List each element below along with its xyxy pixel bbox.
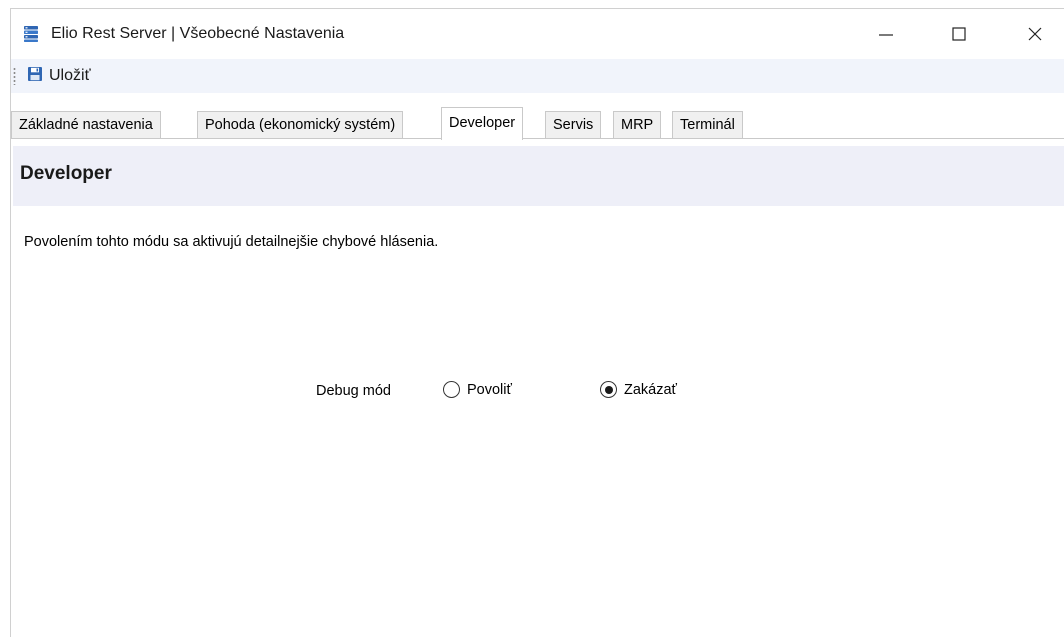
developer-panel: Developer Povolením tohto módu sa aktivu… [11, 139, 1064, 637]
tab-mrp[interactable]: MRP [613, 111, 662, 139]
tab-zakladne-nastavenia[interactable]: Základné nastavenia [11, 111, 161, 139]
radio-disable[interactable]: Zakázať [600, 381, 677, 398]
title-bar[interactable]: Elio Rest Server | Všeobecné Nastavenia [11, 9, 1064, 59]
maximize-button[interactable] [936, 9, 982, 59]
minimize-icon [879, 34, 893, 36]
tab-strip: Základné nastavenia Pohoda (ekonomický s… [11, 107, 1064, 140]
close-button[interactable] [1012, 9, 1058, 59]
close-icon [1028, 27, 1042, 41]
panel-description: Povolením tohto módu sa aktivujú detailn… [24, 234, 439, 250]
tab-developer[interactable]: Developer [441, 107, 524, 140]
debug-mode-label: Debug mód [316, 383, 391, 399]
window-title: Elio Rest Server | Všeobecné Nastavenia [51, 25, 345, 42]
panel-header: Developer [13, 146, 1064, 206]
minimize-button[interactable] [863, 9, 909, 59]
database-server-icon [23, 25, 39, 43]
radio-disable-label: Zakázať [624, 381, 677, 398]
tab-pohoda[interactable]: Pohoda (ekonomický systém) [197, 111, 404, 139]
tab-servis[interactable]: Servis [545, 111, 602, 139]
tab-terminal[interactable]: Terminál [672, 111, 743, 139]
radio-button-checked[interactable] [600, 381, 617, 398]
panel-title: Developer [20, 163, 112, 184]
toolbar-grip[interactable] [13, 67, 16, 85]
save-label: Uložiť [49, 67, 91, 84]
save-button[interactable]: Uložiť [23, 64, 95, 88]
radio-enable-label: Povoliť [467, 381, 512, 398]
radio-enable[interactable]: Povoliť [443, 381, 512, 398]
floppy-disk-icon [27, 66, 43, 87]
settings-window: Elio Rest Server | Všeobecné Nastavenia [10, 8, 1064, 637]
maximize-icon [952, 27, 966, 41]
radio-button-unchecked[interactable] [443, 381, 460, 398]
toolbar: Uložiť [11, 59, 1064, 93]
